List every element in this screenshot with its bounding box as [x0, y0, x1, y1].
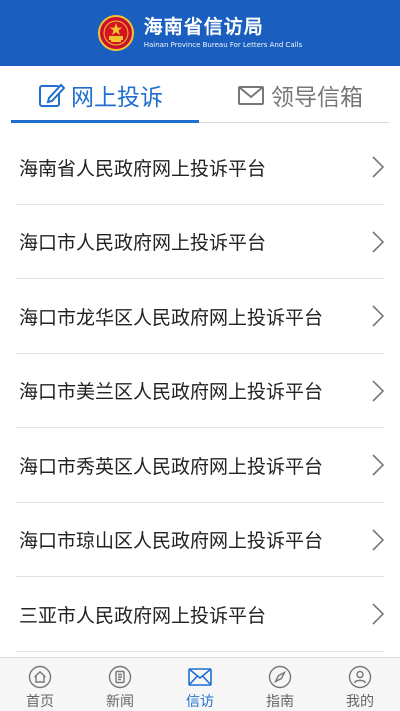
- list-item-label: 海口市美兰区人民政府网上投诉平台: [19, 381, 324, 404]
- chevron-right-icon: [372, 380, 384, 402]
- list-item-hainan-province[interactable]: 海南省人民政府网上投诉平台: [0, 130, 400, 205]
- nav-guide-label: 指南: [266, 694, 294, 710]
- tab-leader-mailbox[interactable]: 领导信箱: [200, 66, 400, 124]
- nav-mine[interactable]: 我的: [320, 658, 400, 711]
- tab-online-complaint[interactable]: 网上投诉: [0, 66, 200, 124]
- news-icon: [108, 665, 132, 689]
- nav-petition-label: 信访: [186, 694, 214, 710]
- header-brand: 海南省信访局 Hainan Province Bureau For Letter…: [97, 15, 303, 51]
- list-item-label: 海口市琼山区人民政府网上投诉平台: [19, 530, 324, 553]
- app-title: 海南省信访局: [143, 16, 264, 38]
- nav-home[interactable]: 首页: [0, 658, 80, 711]
- nav-home-label: 首页: [26, 694, 54, 710]
- bottom-nav: 首页 新闻 信访 指南 我的: [0, 657, 400, 711]
- list-item-label: 海口市龙华区人民政府网上投诉平台: [19, 306, 324, 329]
- user-icon: [348, 665, 372, 689]
- nav-petition[interactable]: 信访: [160, 658, 240, 711]
- list-item-label: 海南省人民政府网上投诉平台: [19, 157, 267, 180]
- national-emblem-icon: [97, 15, 134, 51]
- list-item-sanya[interactable]: 三亚市人民政府网上投诉平台: [0, 577, 400, 652]
- chevron-right-icon: [372, 305, 384, 327]
- list-item-label: 海口市人民政府网上投诉平台: [19, 232, 267, 255]
- chevron-right-icon: [372, 231, 384, 253]
- list-item-haikou[interactable]: 海口市人民政府网上投诉平台: [0, 205, 400, 280]
- home-icon: [28, 665, 52, 689]
- list-item-meilan[interactable]: 海口市美兰区人民政府网上投诉平台: [0, 354, 400, 429]
- nav-guide[interactable]: 指南: [240, 658, 320, 711]
- nav-news[interactable]: 新闻: [80, 658, 160, 711]
- app-subtitle: Hainan Province Bureau For Letters And C…: [143, 41, 303, 49]
- edit-icon: [37, 81, 65, 109]
- platform-list: 海南省人民政府网上投诉平台 海口市人民政府网上投诉平台 海口市龙华区人民政府网上…: [0, 130, 400, 652]
- compass-icon: [268, 665, 292, 689]
- chevron-right-icon: [372, 454, 384, 476]
- tab-leader-mailbox-label: 领导信箱: [271, 85, 363, 111]
- nav-mine-label: 我的: [346, 694, 374, 710]
- chevron-right-icon: [372, 529, 384, 551]
- list-item-xiuying[interactable]: 海口市秀英区人民政府网上投诉平台: [0, 428, 400, 503]
- tab-bar: 网上投诉 领导信箱: [0, 66, 400, 124]
- letter-icon: [188, 668, 212, 686]
- list-item-label: 海口市秀英区人民政府网上投诉平台: [19, 455, 324, 478]
- mail-icon: [237, 81, 265, 109]
- tab-online-complaint-label: 网上投诉: [71, 85, 163, 111]
- app-header: 海南省信访局 Hainan Province Bureau For Letter…: [0, 0, 400, 66]
- list-item-qiongshan[interactable]: 海口市琼山区人民政府网上投诉平台: [0, 503, 400, 578]
- chevron-right-icon: [372, 156, 384, 178]
- nav-news-label: 新闻: [106, 694, 134, 710]
- list-item-label: 三亚市人民政府网上投诉平台: [19, 604, 267, 627]
- chevron-right-icon: [372, 603, 384, 625]
- tab-active-indicator: [11, 120, 199, 123]
- list-item-longhua[interactable]: 海口市龙华区人民政府网上投诉平台: [0, 279, 400, 354]
